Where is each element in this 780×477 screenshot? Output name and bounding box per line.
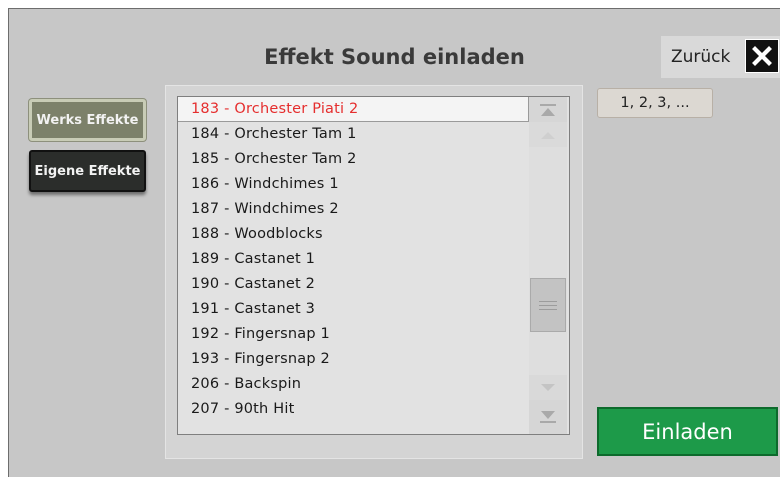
list-item[interactable]: 185 - Orchester Tam 2 [178,147,528,172]
list-item[interactable]: 188 - Woodblocks [178,222,528,247]
list-item[interactable]: 191 - Castanet 3 [178,297,528,322]
scroll-up-icon [541,131,555,139]
scroll-bottom-button[interactable] [529,400,567,434]
scrollbar-track[interactable] [529,147,567,375]
werks-effekte-button[interactable]: Werks Effekte [29,99,146,141]
list-item[interactable]: 183 - Orchester Piati 2 [178,97,529,122]
list-item[interactable]: 192 - Fingersnap 1 [178,322,528,347]
list-item[interactable]: 184 - Orchester Tam 1 [178,122,528,147]
list-item[interactable]: 206 - Backspin [178,372,528,397]
sound-list[interactable]: 183 - Orchester Piati 2 184 - Orchester … [177,96,570,435]
scroll-down-icon [541,383,555,391]
einladen-button[interactable]: Einladen [597,407,778,456]
list-item[interactable]: 190 - Castanet 2 [178,272,528,297]
scroll-top-button[interactable] [529,97,567,122]
scroll-to-bottom-icon [540,411,556,423]
close-icon[interactable] [745,39,779,73]
list-item[interactable]: 193 - Fingersnap 2 [178,347,528,372]
close-icon-glyph [752,46,772,66]
scroll-down-button[interactable] [529,375,567,400]
eigene-effekte-button[interactable]: Eigene Effekte [29,150,146,192]
scrollbar-thumb[interactable] [530,278,566,332]
scroll-to-top-icon [540,103,556,116]
number-input-button[interactable]: 1, 2, 3, ... [597,88,713,118]
back-button[interactable]: Zurück [661,36,780,78]
scroll-up-button[interactable] [529,122,567,147]
list-item[interactable]: 187 - Windchimes 2 [178,197,528,222]
list-item[interactable]: 189 - Castanet 1 [178,247,528,272]
back-label: Zurück [671,47,731,67]
list-item[interactable]: 186 - Windchimes 1 [178,172,528,197]
list-item[interactable]: 207 - 90th Hit [178,397,528,422]
